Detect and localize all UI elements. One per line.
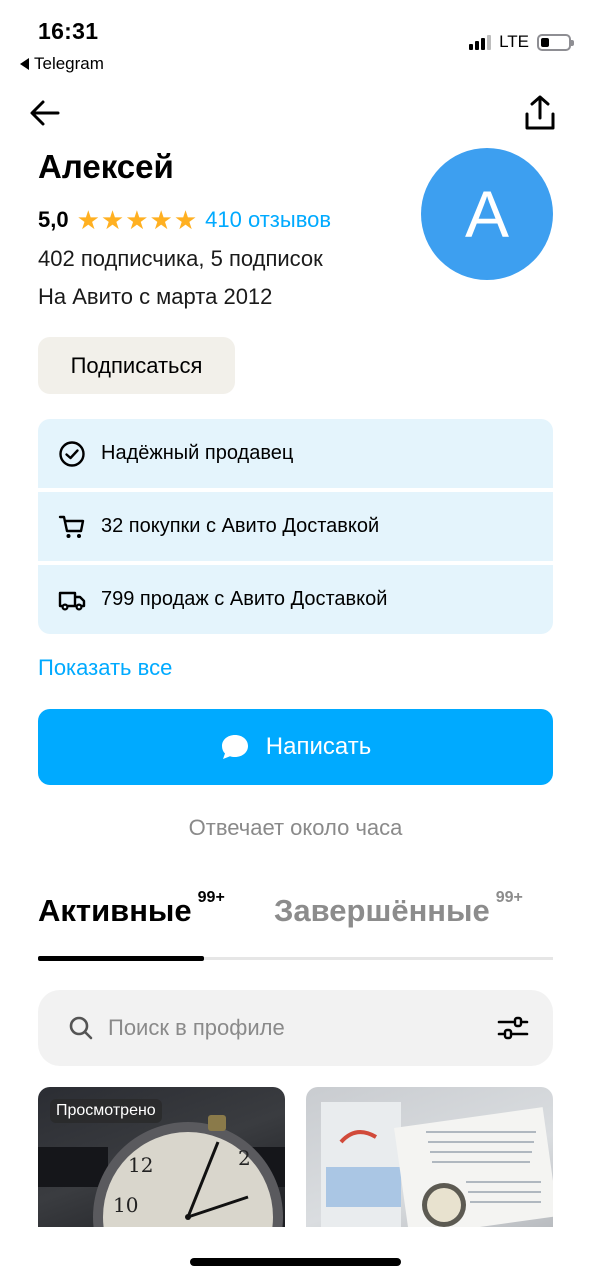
rating-value: 5,0 (38, 207, 69, 232)
listing-tabs: Активные 99+ Завершённые 99+ (38, 889, 553, 963)
profile-name: Алексей (38, 148, 174, 185)
tab-completed[interactable]: Завершённые 99+ (274, 889, 523, 929)
listings-grid: 12 2 10 Просмотрено (38, 1087, 553, 1227)
tab-active[interactable]: Активные 99+ (38, 889, 225, 929)
show-all-link[interactable]: Показать все (38, 655, 172, 681)
avatar[interactable]: А (421, 148, 553, 280)
network-label: LTE (499, 32, 529, 51)
signal-icon (469, 34, 492, 50)
search-input[interactable] (108, 1015, 468, 1041)
tab-label: Завершённые (274, 893, 490, 928)
svg-text:12: 12 (128, 1153, 153, 1177)
back-app-label: Telegram (34, 54, 104, 73)
status-bar: 16:31 Telegram LTE (0, 0, 591, 80)
status-time: 16:31 (38, 18, 99, 44)
subscribe-button[interactable]: Подписаться (38, 337, 235, 394)
star-icon: ★ (173, 205, 198, 235)
listing-image (321, 1102, 553, 1227)
member-since: На Авито с марта 2012 (38, 284, 273, 309)
star-icon: ★ (125, 205, 149, 235)
home-indicator (190, 1258, 401, 1266)
status-indicators: LTE (469, 32, 574, 52)
check-circle-icon (59, 440, 85, 467)
badge-label: Надёжный продавец (101, 442, 294, 464)
search-icon (69, 1016, 93, 1040)
badge-sales[interactable]: 799 продаж с Авито Доставкой (38, 565, 553, 634)
rating-row: 5,0 ★ ★ ★ ★ ★ 410 отзывов (38, 205, 331, 235)
badge-reliable-seller[interactable]: Надёжный продавец (38, 419, 553, 488)
back-triangle-icon (20, 58, 29, 70)
star-icon: ★ (100, 205, 125, 235)
truck-icon (58, 591, 86, 611)
write-button-label: Написать (265, 733, 372, 760)
svg-text:10: 10 (113, 1193, 138, 1217)
top-nav (0, 90, 591, 138)
tab-indicator (38, 956, 204, 961)
viewed-badge: Просмотрено (50, 1099, 162, 1123)
filter-sliders-icon[interactable] (497, 1014, 529, 1042)
badge-purchases[interactable]: 32 покупки с Авито Доставкой (38, 492, 553, 561)
listing-card[interactable]: 12 2 10 Просмотрено (38, 1087, 285, 1227)
write-message-button[interactable]: Написать (38, 709, 553, 785)
reviews-link[interactable]: 410 отзывов (205, 207, 331, 233)
cart-icon (58, 515, 85, 538)
profile-search[interactable] (38, 990, 553, 1066)
arrow-left-icon[interactable] (28, 96, 62, 130)
tab-count: 99+ (197, 889, 225, 906)
back-to-app[interactable]: Telegram (20, 54, 104, 74)
battery-icon (537, 33, 574, 51)
listing-card[interactable] (306, 1087, 553, 1227)
rating-stars: ★ ★ ★ ★ ★ (77, 207, 198, 233)
response-time: Отвечает около часа (188, 815, 403, 840)
share-icon[interactable] (523, 94, 557, 132)
badge-label: 32 покупки с Авито Доставкой (101, 515, 380, 537)
svg-text:2: 2 (238, 1146, 251, 1170)
star-icon: ★ (149, 205, 173, 235)
badge-label: 799 продаж с Авито Доставкой (101, 588, 388, 610)
seller-badges: Надёжный продавец 32 покупки с Авито Дос… (38, 419, 553, 634)
tab-label: Активные (38, 893, 192, 928)
subscribers-count[interactable]: 402 подписчика, 5 подписок (38, 246, 323, 272)
tab-count: 99+ (495, 889, 523, 906)
star-icon: ★ (76, 205, 100, 235)
chat-bubble-icon (221, 735, 248, 759)
